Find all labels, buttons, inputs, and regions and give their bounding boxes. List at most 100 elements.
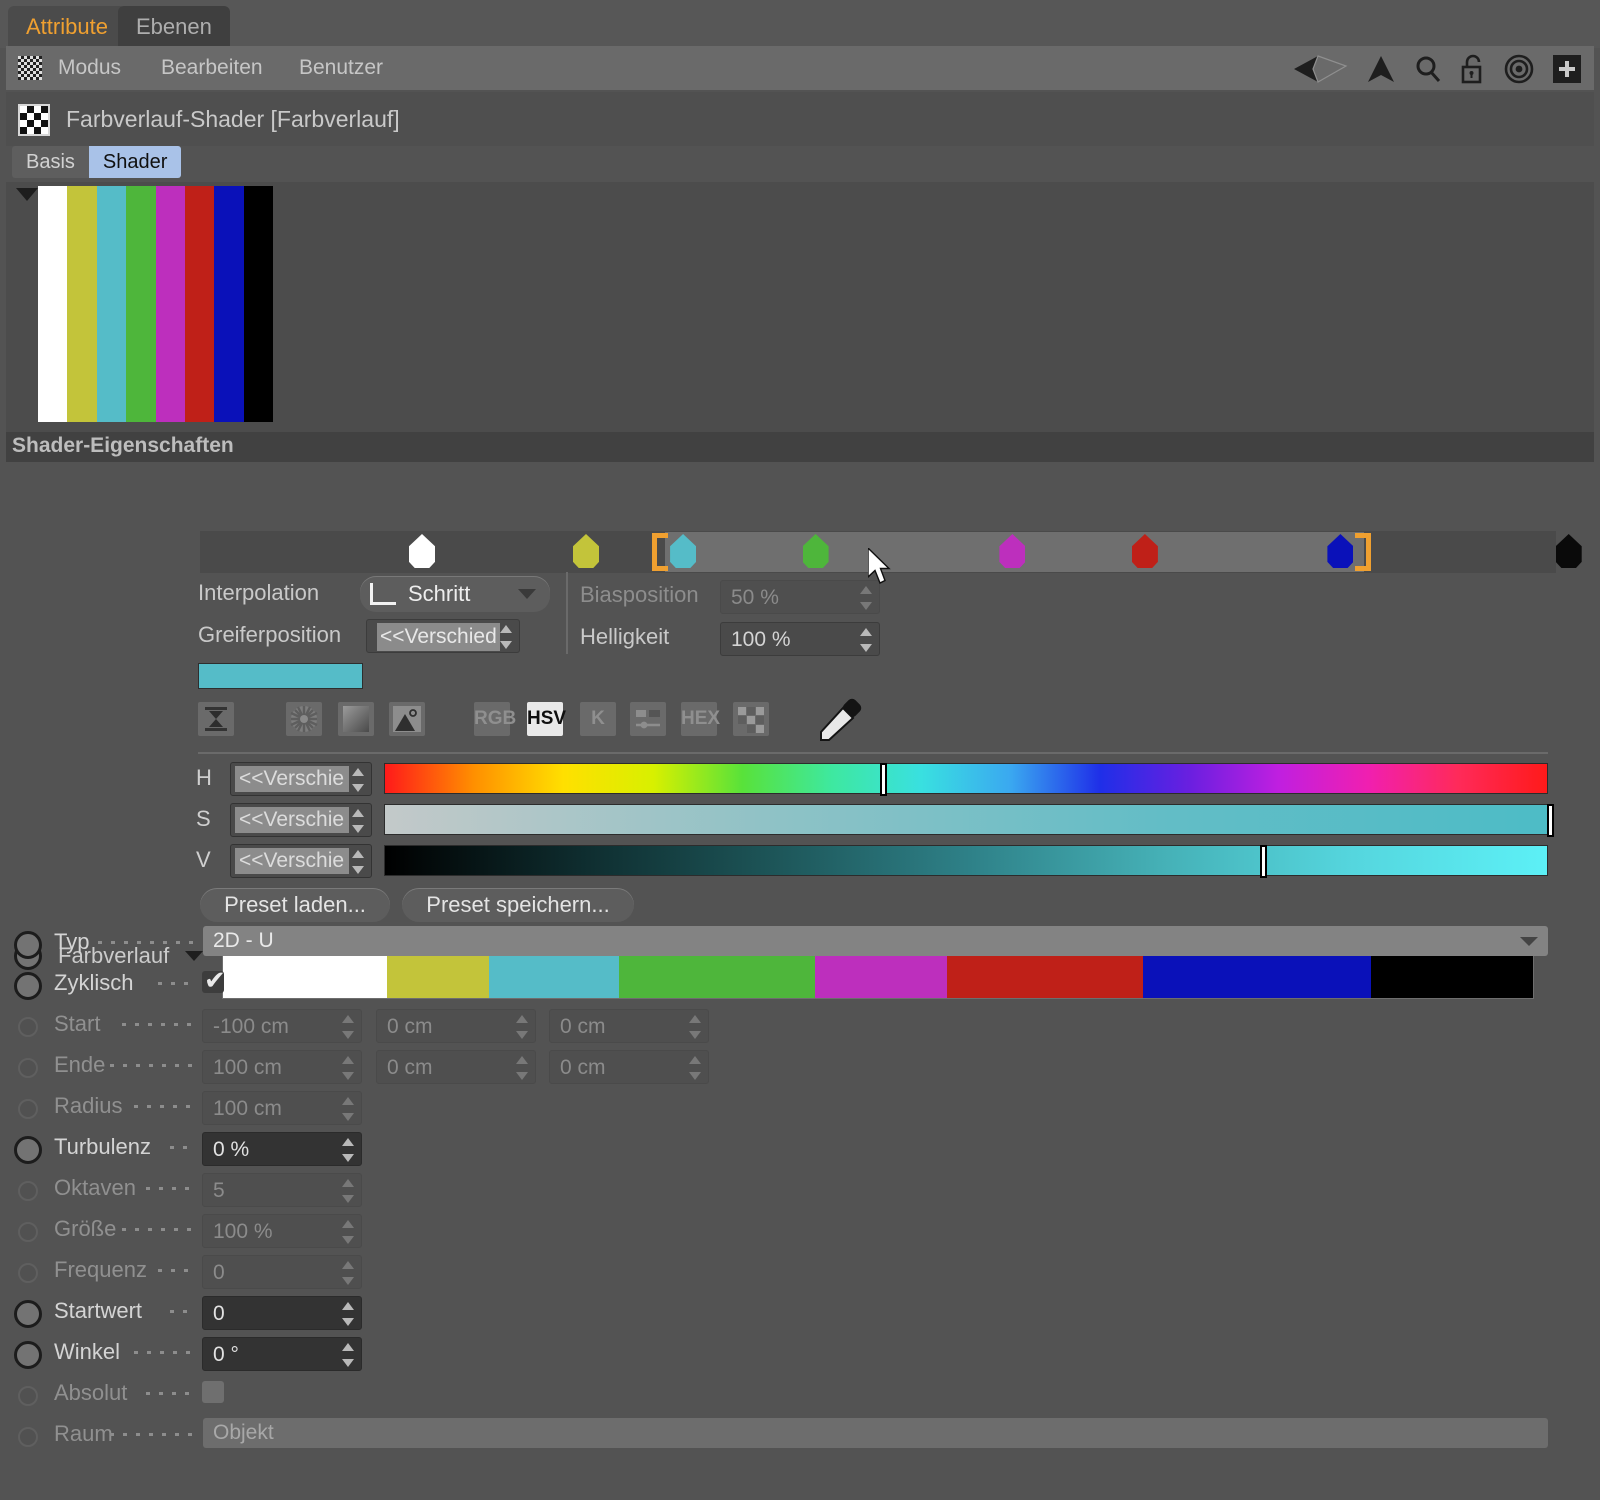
tab-basis[interactable]: Basis (12, 146, 89, 178)
param-field-groesse[interactable]: 100 % (202, 1214, 362, 1248)
gradient-preview[interactable] (38, 186, 273, 422)
gradient-stop-handle[interactable] (803, 534, 829, 568)
value-slider[interactable] (384, 845, 1548, 876)
color-wheel-icon[interactable] (286, 702, 322, 736)
stepper-arrows-icon[interactable] (341, 1343, 355, 1367)
param-field-start-0[interactable]: -100 cm (202, 1009, 362, 1043)
value-slider-marker[interactable] (1260, 845, 1267, 878)
param-combo-raum[interactable]: Objekt (203, 1418, 1548, 1448)
stepper-arrows-icon[interactable] (351, 768, 365, 792)
stepper-arrows-icon[interactable] (351, 850, 365, 874)
saturation-slider-marker[interactable] (1547, 804, 1554, 837)
eyedropper-icon[interactable] (815, 698, 865, 747)
gradient-stop-handle[interactable] (1327, 534, 1353, 568)
hue-field[interactable]: <<Verschie (230, 762, 372, 796)
param-field-winkel[interactable]: 0 ° (202, 1337, 362, 1371)
target-icon[interactable] (1504, 54, 1534, 84)
param-field-ende-2[interactable]: 0 cm (549, 1050, 709, 1084)
stepper-arrows-icon[interactable] (341, 1097, 355, 1121)
gradient-stop-handle[interactable] (670, 534, 696, 568)
stepper-arrows-icon[interactable] (341, 1302, 355, 1326)
gradient-stop-handle[interactable] (573, 534, 599, 568)
stepper-arrows-icon[interactable] (515, 1015, 529, 1039)
tab-ebenen[interactable]: Ebenen (118, 6, 230, 48)
image-picker-icon[interactable] (389, 702, 425, 736)
param-radio-winkel[interactable] (14, 1341, 42, 1369)
stepper-arrows-icon[interactable] (341, 1220, 355, 1244)
param-field-frequenz[interactable]: 0 (202, 1255, 362, 1289)
param-radio-turbulenz[interactable] (14, 1136, 42, 1164)
gradient-stop-handle[interactable] (409, 534, 435, 568)
rgb-mode-button[interactable]: RGB (474, 702, 510, 736)
param-radio-zyklisch[interactable] (14, 972, 42, 1000)
current-color-swatch[interactable] (198, 663, 363, 689)
gradient-knobs[interactable] (422, 531, 1600, 573)
kelvin-mode-button[interactable]: K (580, 702, 616, 736)
param-radio-startwert[interactable] (14, 1300, 42, 1328)
brightness-field[interactable]: 100 % (720, 622, 880, 656)
param-field-radius[interactable]: 100 cm (202, 1091, 362, 1125)
hue-slider-marker[interactable] (880, 763, 887, 796)
back-arrow-icon[interactable] (1292, 54, 1348, 84)
eyedrop-pick-icon[interactable] (198, 702, 234, 736)
param-radio-raum[interactable] (18, 1427, 38, 1447)
param-radio-start[interactable] (18, 1017, 38, 1037)
gradient-stop-handle[interactable] (1556, 534, 1582, 568)
interpolation-dropdown[interactable]: Schritt (360, 576, 550, 612)
stepper-arrows-icon[interactable] (515, 1056, 529, 1080)
stepper-arrows-icon[interactable] (341, 1261, 355, 1285)
bias-field[interactable]: 50 % (720, 580, 880, 614)
param-field-ende-0[interactable]: 100 cm (202, 1050, 362, 1084)
param-radio-ende[interactable] (18, 1058, 38, 1078)
saturation-field[interactable]: <<Verschie (230, 803, 372, 837)
gradient-square-icon[interactable] (338, 702, 374, 736)
stepper-arrows-icon[interactable] (341, 1138, 355, 1162)
stepper-arrows-icon[interactable] (341, 1179, 355, 1203)
param-field-oktaven[interactable]: 5 (202, 1173, 362, 1207)
param-radio-radius[interactable] (18, 1099, 38, 1119)
mixer-mode-button[interactable] (630, 702, 666, 736)
selection-bracket-right[interactable] (1355, 533, 1371, 571)
param-field-turbulenz[interactable]: 0 % (202, 1132, 362, 1166)
param-checkbox-zyklisch[interactable]: ✔ (202, 971, 224, 993)
stepper-arrows-icon[interactable] (688, 1015, 702, 1039)
selection-bracket-left[interactable] (652, 533, 668, 571)
stepper-arrows-icon[interactable] (688, 1056, 702, 1080)
stepper-arrows-icon[interactable] (859, 586, 873, 610)
param-field-startwert[interactable]: 0 (202, 1296, 362, 1330)
gradient-stop-handle[interactable] (1132, 534, 1158, 568)
param-combo-typ[interactable]: 2D - U (203, 926, 1548, 956)
param-field-start-1[interactable]: 0 cm (376, 1009, 536, 1043)
menu-item-bearbeiten[interactable]: Bearbeiten (161, 54, 263, 82)
gradient-stop-handle[interactable] (999, 534, 1025, 568)
preset-save-button[interactable]: Preset speichern... (402, 888, 634, 922)
lock-icon[interactable] (1460, 54, 1486, 84)
preset-load-button[interactable]: Preset laden... (200, 888, 390, 922)
saturation-slider[interactable] (384, 804, 1548, 835)
stepper-arrows-icon[interactable] (859, 628, 873, 652)
chevron-down-icon[interactable] (1520, 937, 1538, 946)
gradient-handle-track[interactable] (200, 531, 1556, 573)
knobposition-field[interactable]: <<Verschied (366, 619, 520, 653)
tab-shader[interactable]: Shader (89, 146, 182, 178)
stepper-arrows-icon[interactable] (351, 809, 365, 833)
param-checkbox-absolut[interactable] (202, 1381, 224, 1403)
hue-slider[interactable] (384, 763, 1548, 794)
param-radio-groesse[interactable] (18, 1222, 38, 1242)
param-radio-frequenz[interactable] (18, 1263, 38, 1283)
checker-grid-icon[interactable] (18, 56, 42, 80)
menu-item-benutzer[interactable]: Benutzer (299, 54, 383, 82)
stepper-arrows-icon[interactable] (341, 1015, 355, 1039)
search-icon[interactable] (1414, 54, 1442, 84)
tab-attribute[interactable]: Attribute (8, 6, 126, 48)
param-field-start-2[interactable]: 0 cm (549, 1009, 709, 1043)
hex-mode-button[interactable]: HEX (681, 702, 717, 736)
stepper-arrows-icon[interactable] (341, 1056, 355, 1080)
param-radio-typ[interactable] (14, 931, 42, 959)
hsv-mode-button[interactable]: HSV (527, 702, 563, 736)
param-radio-absolut[interactable] (18, 1386, 38, 1406)
plus-icon[interactable] (1552, 54, 1582, 84)
up-arrow-icon[interactable] (1366, 54, 1396, 84)
collapse-triangle-icon[interactable] (16, 188, 38, 201)
param-field-ende-1[interactable]: 0 cm (376, 1050, 536, 1084)
